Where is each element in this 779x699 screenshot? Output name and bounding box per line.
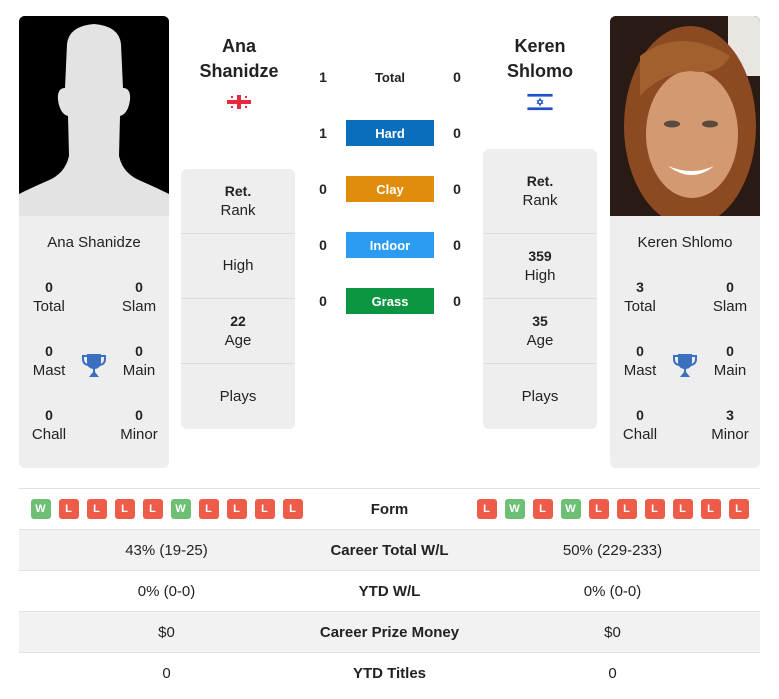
form-loss-badge[interactable]: L [644,499,665,519]
form-loss-badge[interactable]: L [86,499,107,519]
player2-info-column: Ret. Rank 359 High 35 Age Plays [483,149,597,429]
player2-total-titles: 3 Total [624,279,656,315]
player1-total-titles: 0 Total [33,279,65,315]
form-win-badge[interactable]: W [504,499,525,519]
form-loss-badge[interactable]: L [142,499,163,519]
form-loss-badge[interactable]: L [58,499,79,519]
form-row: WLLLLWLLLL Form LWLWLLLLLL [19,488,760,529]
player2-card: Keren Shlomo 3 Total 0 Slam 0 Mast 0 Main 0C… [610,16,760,468]
surface-indoor-badge[interactable]: Indoor [346,232,434,258]
player2-minor-titles: 3 Minor [711,407,749,443]
form-loss-badge[interactable]: L [198,499,219,519]
form-loss-badge[interactable]: L [728,499,749,519]
player1-slam-titles: 0 Slam [121,279,157,315]
player2-titles-grid: 3 Total 0 Slam 0 Mast 0 Main 0 Chall 3 Minor [610,277,760,468]
player2-photo [610,16,760,216]
form-loss-badge[interactable]: L [700,499,721,519]
player1-main-titles: 0 Main [122,343,156,379]
player2-age: 35 Age [483,299,597,364]
player1-age: 22 Age [181,299,295,364]
player1-titles-grid: 0 Total 0 Slam 0 Mast 0 Main 0 Chall 0 Minor [19,277,169,468]
form-win-badge[interactable]: W [30,499,51,519]
stat-row-ytd-titles: 0 YTD Titles 0 [19,652,760,693]
h2h-total-p2: 0 [453,69,461,85]
player2-plays: Plays [521,387,559,405]
silhouette-icon [19,16,169,216]
player2-card-name: Keren Shlomo [637,234,733,251]
form-loss-badge[interactable]: L [226,499,247,519]
player2-slam-titles: 0 Slam [712,279,748,315]
player2-form: LWLWLLLLLL [465,499,760,519]
h2h-grass-row: 0 Grass 0 [312,288,468,314]
player1-name[interactable]: Ana Shanidze [179,34,299,84]
player-photo-icon [610,16,760,216]
form-loss-badge[interactable]: L [476,499,497,519]
player1-form: WLLLLWLLLL [19,499,314,519]
surface-clay-badge[interactable]: Clay [346,176,434,202]
form-loss-badge[interactable]: L [254,499,275,519]
stat-row-ytd-wl: 0% (0-0) YTD W/L 0% (0-0) [19,570,760,611]
form-loss-badge[interactable]: L [588,499,609,519]
form-loss-badge[interactable]: L [114,499,135,519]
georgia-flag-icon [226,93,252,111]
stat-row-career-wl: 43% (19-25) Career Total W/L 50% (229-23… [19,529,760,570]
h2h-total-label: Total [374,69,406,85]
form-win-badge[interactable]: W [560,499,581,519]
form-win-badge[interactable]: W [170,499,191,519]
surface-grass-badge[interactable]: Grass [346,288,434,314]
stats-table: WLLLLWLLLL Form LWLWLLLLLL 43% (19-25) C… [19,488,760,693]
form-loss-badge[interactable]: L [616,499,637,519]
stat-row-prize-money: $0 Career Prize Money $0 [19,611,760,652]
form-loss-badge[interactable]: L [672,499,693,519]
h2h-total-p1: 1 [319,69,327,85]
player1-rank: Ret. Rank [181,169,295,234]
player2-name[interactable]: Keren Shlomo [480,34,600,84]
h2h-hard-row: 1 Hard 0 [312,120,468,146]
form-loss-badge[interactable]: L [532,499,553,519]
player1-photo [19,16,169,216]
trophy-icon [670,341,700,405]
player1-info-column: Ret. Rank High 22 Age Plays [181,169,295,429]
form-label: Form [370,500,409,518]
form-loss-badge[interactable]: L [282,499,303,519]
player2-chall-titles: 0 Chall [622,407,658,443]
player2-high: 359 High [483,234,597,299]
player1-mast-titles: 0 Mast [32,343,66,379]
surface-hard-badge[interactable]: Hard [346,120,434,146]
player1-plays: Plays [219,387,257,405]
player2-rank: Ret. Rank [483,149,597,234]
h2h-total-row: 1 Total 0 [312,64,468,90]
israel-flag-icon [527,93,553,111]
player2-main-titles: 0 Main [713,343,747,379]
player1-high: High [181,234,295,299]
player2-mast-titles: 0 Mast [623,343,657,379]
h2h-clay-row: 0 Clay 0 [312,176,468,202]
player1-card-name: Ana Shanidze [47,234,141,251]
h2h-indoor-row: 0 Indoor 0 [312,232,468,258]
player1-card: Ana Shanidze 0 Total 0 Slam 0 Mast 0 Main 0C… [19,16,169,468]
player1-chall-titles: 0 Chall [31,407,67,443]
trophy-icon [79,341,109,405]
player1-minor-titles: 0 Minor [120,407,158,443]
